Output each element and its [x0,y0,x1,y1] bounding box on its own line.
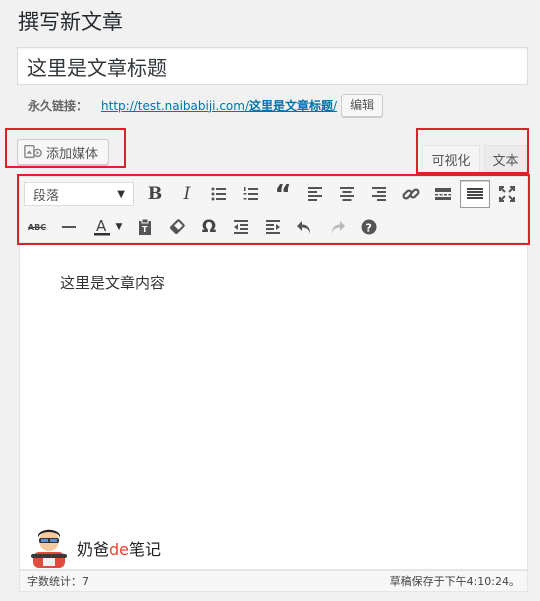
watermark-prefix: 奶爸 [77,540,110,559]
permalink-label: 永久链接： [28,99,89,113]
page-title: 撰写新文章 [18,10,123,34]
permalink-trailing: / [333,98,338,113]
highlight-box-tabs [416,128,529,174]
watermark-suffix: 笔记 [129,540,162,559]
post-title-input[interactable] [17,47,528,85]
highlight-box-toolbar [17,174,530,245]
mascot-logo-icon [31,529,67,568]
highlight-box-media [5,128,126,168]
watermark-de: de [109,540,130,559]
editor-statusbar: 字数统计：7 草稿保存于下午4:10:24。 [19,570,528,592]
post-content[interactable]: 这里是文章内容 [60,272,165,293]
permalink-base-url[interactable]: http://test.naibabiji.com/ [101,99,249,113]
word-count: 字数统计：7 [27,575,89,588]
permalink-row: 永久链接： http://test.naibabiji.com/ 这里是文章标题… [28,94,384,117]
watermark-text: 奶爸de笔记 [77,536,161,560]
watermark: 奶爸de笔记 [27,526,161,570]
edit-permalink-button[interactable]: 编辑 [341,94,384,117]
editor-content-area[interactable]: 这里是文章内容 [19,243,528,570]
draft-saved-status: 草稿保存于下午4:10:24。 [389,575,520,588]
permalink-slug[interactable]: 这里是文章标题 [249,97,333,114]
